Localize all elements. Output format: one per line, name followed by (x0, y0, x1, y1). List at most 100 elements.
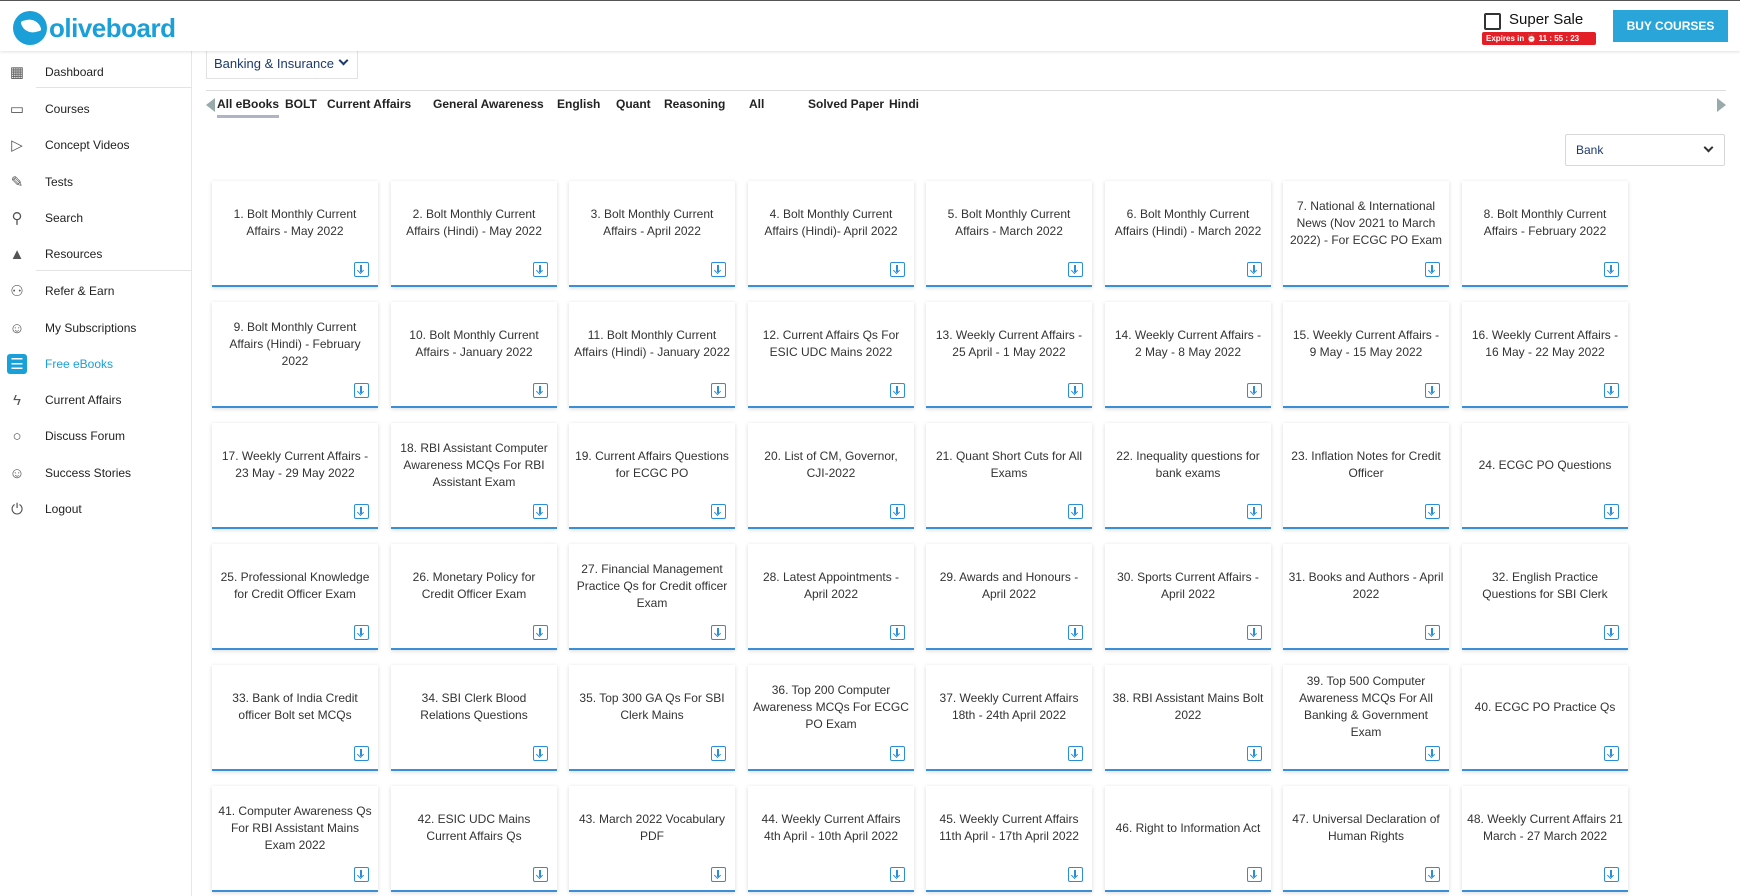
download-icon[interactable] (1604, 746, 1619, 761)
ebook-card[interactable]: 31. Books and Authors - April 2022 (1283, 544, 1449, 650)
tab-quant[interactable]: Quant (616, 97, 651, 111)
download-icon[interactable] (890, 262, 905, 277)
ebook-card[interactable]: 7. National & International News (Nov 20… (1283, 181, 1449, 287)
tab-bolt[interactable]: BOLT (285, 97, 317, 111)
ebook-card[interactable]: 9. Bolt Monthly Current Affairs (Hindi) … (212, 302, 378, 408)
tab-general-awareness[interactable]: General Awareness (433, 97, 544, 111)
download-icon[interactable] (1068, 625, 1083, 640)
ebook-card[interactable]: 44. Weekly Current Affairs 4th April - 1… (748, 786, 914, 892)
ebook-card[interactable]: 47. Universal Declaration of Human Right… (1283, 786, 1449, 892)
download-icon[interactable] (1604, 867, 1619, 882)
ebook-card[interactable]: 45. Weekly Current Affairs 11th April - … (926, 786, 1092, 892)
ebook-card[interactable]: 40. ECGC PO Practice Qs (1462, 665, 1628, 771)
exam-filter-select[interactable]: Bank (1565, 134, 1725, 166)
ebook-card[interactable]: 20. List of CM, Governor, CJI-2022 (748, 423, 914, 529)
sidebar-item-free-ebooks[interactable]: ☰ Free eBooks (0, 344, 192, 384)
download-icon[interactable] (354, 383, 369, 398)
download-icon[interactable] (1425, 625, 1440, 640)
download-icon[interactable] (1247, 262, 1262, 277)
ebook-card[interactable]: 15. Weekly Current Affairs - 9 May - 15 … (1283, 302, 1449, 408)
ebook-card[interactable]: 1. Bolt Monthly Current Affairs - May 20… (212, 181, 378, 287)
download-icon[interactable] (1068, 383, 1083, 398)
ebook-card[interactable]: 18. RBI Assistant Computer Awareness MCQ… (391, 423, 557, 529)
sidebar-item-search[interactable]: ⚲ Search (0, 198, 192, 238)
ebook-card[interactable]: 41. Computer Awareness Qs For RBI Assist… (212, 786, 378, 892)
ebook-card[interactable]: 19. Current Affairs Questions for ECGC P… (569, 423, 735, 529)
ebook-card[interactable]: 48. Weekly Current Affairs 21 March - 27… (1462, 786, 1628, 892)
download-icon[interactable] (1604, 625, 1619, 640)
ebook-card[interactable]: 4. Bolt Monthly Current Affairs (Hindi)-… (748, 181, 914, 287)
ebook-card[interactable]: 34. SBI Clerk Blood Relations Questions (391, 665, 557, 771)
download-icon[interactable] (533, 746, 548, 761)
download-icon[interactable] (711, 504, 726, 519)
download-icon[interactable] (1068, 746, 1083, 761)
ebook-card[interactable]: 21. Quant Short Cuts for All Exams (926, 423, 1092, 529)
sidebar-item-concept-videos[interactable]: ▷ Concept Videos (0, 125, 192, 165)
sidebar-item-refer-earn[interactable]: ⚇ Refer & Earn (0, 271, 192, 311)
download-icon[interactable] (1247, 867, 1262, 882)
download-icon[interactable] (1247, 746, 1262, 761)
ebook-card[interactable]: 25. Professional Knowledge for Credit Of… (212, 544, 378, 650)
ebook-card[interactable]: 36. Top 200 Computer Awareness MCQs For … (748, 665, 914, 771)
ebook-card[interactable]: 28. Latest Appointments - April 2022 (748, 544, 914, 650)
sidebar-item-courses[interactable]: ▭ Courses (0, 89, 192, 129)
tabs-scroll-left-icon[interactable] (206, 98, 215, 112)
super-sale-banner[interactable]: Super Sale Expires in ⏰ 11 : 55 : 23 (1482, 10, 1596, 46)
buy-courses-button[interactable]: BUY COURSES (1613, 10, 1728, 42)
sidebar-item-resources[interactable]: ▲ Resources (0, 234, 192, 274)
download-icon[interactable] (354, 746, 369, 761)
download-icon[interactable] (1425, 504, 1440, 519)
download-icon[interactable] (1068, 262, 1083, 277)
download-icon[interactable] (890, 867, 905, 882)
download-icon[interactable] (1425, 746, 1440, 761)
ebook-card[interactable]: 16. Weekly Current Affairs - 16 May - 22… (1462, 302, 1628, 408)
download-icon[interactable] (1604, 383, 1619, 398)
sidebar-item-dashboard[interactable]: ▦ Dashboard (0, 52, 192, 92)
ebook-card[interactable]: 6. Bolt Monthly Current Affairs (Hindi) … (1105, 181, 1271, 287)
ebook-card[interactable]: 38. RBI Assistant Mains Bolt 2022 (1105, 665, 1271, 771)
download-icon[interactable] (1425, 383, 1440, 398)
tabs-scroll-right-icon[interactable] (1717, 98, 1726, 112)
sidebar-item-tests[interactable]: ✎ Tests (0, 162, 192, 202)
ebook-card[interactable]: 30. Sports Current Affairs - April 2022 (1105, 544, 1271, 650)
download-icon[interactable] (533, 867, 548, 882)
tab-solved-paper[interactable]: Solved Paper (808, 97, 884, 111)
sidebar-item-my-subscriptions[interactable]: ☺ My Subscriptions (0, 308, 192, 348)
download-icon[interactable] (533, 625, 548, 640)
ebook-card[interactable]: 26. Monetary Policy for Credit Officer E… (391, 544, 557, 650)
download-icon[interactable] (711, 625, 726, 640)
ebook-card[interactable]: 13. Weekly Current Affairs - 25 April - … (926, 302, 1092, 408)
download-icon[interactable] (533, 262, 548, 277)
download-icon[interactable] (890, 383, 905, 398)
download-icon[interactable] (1247, 383, 1262, 398)
ebook-card[interactable]: 10. Bolt Monthly Current Affairs - Janua… (391, 302, 557, 408)
download-icon[interactable] (711, 746, 726, 761)
ebook-card[interactable]: 23. Inflation Notes for Credit Officer (1283, 423, 1449, 529)
ebook-card[interactable]: 17. Weekly Current Affairs - 23 May - 29… (212, 423, 378, 529)
ebook-card[interactable]: 11. Bolt Monthly Current Affairs (Hindi)… (569, 302, 735, 408)
download-icon[interactable] (354, 262, 369, 277)
download-icon[interactable] (1247, 504, 1262, 519)
ebook-card[interactable]: 37. Weekly Current Affairs 18th - 24th A… (926, 665, 1092, 771)
sidebar-item-success-stories[interactable]: ☺ Success Stories (0, 453, 192, 493)
ebook-card[interactable]: 22. Inequality questions for bank exams (1105, 423, 1271, 529)
download-icon[interactable] (711, 867, 726, 882)
sidebar-item-discuss-forum[interactable]: ○ Discuss Forum (0, 416, 192, 456)
ebook-card[interactable]: 3. Bolt Monthly Current Affairs - April … (569, 181, 735, 287)
ebook-card[interactable]: 8. Bolt Monthly Current Affairs - Februa… (1462, 181, 1628, 287)
ebook-card[interactable]: 32. English Practice Questions for SBI C… (1462, 544, 1628, 650)
download-icon[interactable] (890, 746, 905, 761)
ebook-card[interactable]: 39. Top 500 Computer Awareness MCQs For … (1283, 665, 1449, 771)
download-icon[interactable] (1068, 867, 1083, 882)
ebook-card[interactable]: 42. ESIC UDC Mains Current Affairs Qs (391, 786, 557, 892)
tab-reasoning[interactable]: Reasoning (664, 97, 725, 111)
download-icon[interactable] (354, 625, 369, 640)
download-icon[interactable] (354, 867, 369, 882)
download-icon[interactable] (1604, 262, 1619, 277)
download-icon[interactable] (1425, 262, 1440, 277)
tab-hindi[interactable]: Hindi (889, 97, 919, 111)
ebook-card[interactable]: 46. Right to Information Act (1105, 786, 1271, 892)
download-icon[interactable] (1604, 504, 1619, 519)
ebook-card[interactable]: 35. Top 300 GA Qs For SBI Clerk Mains (569, 665, 735, 771)
category-dropdown[interactable]: Banking & Insurance (206, 51, 358, 79)
